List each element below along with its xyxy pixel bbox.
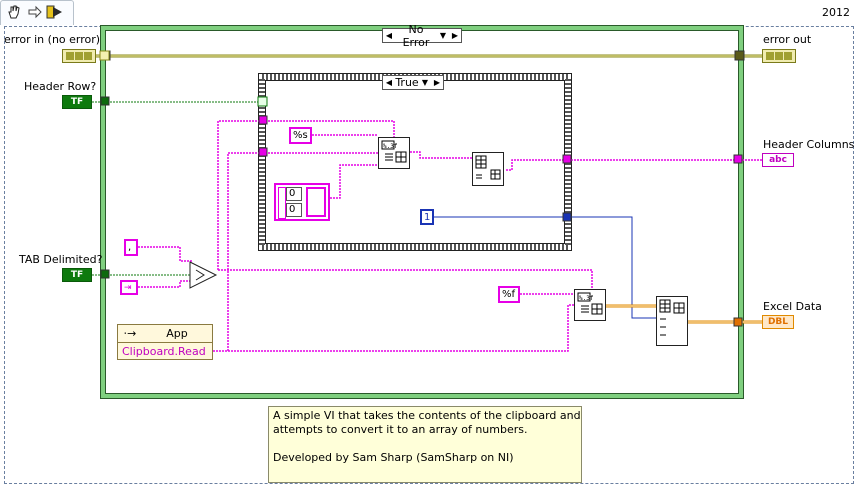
outer-case-selector[interactable]: ◀ No Error ▼ ▶ bbox=[382, 23, 462, 49]
header-columns-label: Header Columns bbox=[763, 138, 855, 151]
svg-text:%.3f: %.3f bbox=[383, 143, 398, 150]
index-array-node[interactable] bbox=[472, 152, 504, 186]
inner-case-selector[interactable]: ◀ True ▼ ▶ bbox=[382, 75, 444, 90]
spreadsheet-string-to-array-icon: %.3f bbox=[381, 140, 407, 163]
svg-text:%.3f: %.3f bbox=[579, 295, 594, 302]
property-node-ref-icon: ⋅→ bbox=[123, 327, 137, 340]
header-row-label: Header Row? bbox=[24, 80, 97, 93]
array-index-0[interactable]: 0 bbox=[286, 187, 302, 201]
comment-line-4: Developed by Sam Sharp (SamSharp on NI) bbox=[273, 451, 514, 464]
tab-delimited-label: TAB Delimited? bbox=[19, 253, 103, 266]
error-out-tunnel bbox=[734, 50, 745, 61]
format-string-f-constant[interactable]: %f bbox=[498, 286, 520, 303]
comment-line-2: attempts to convert it to an array of nu… bbox=[273, 423, 528, 436]
comment-box: A simple VI that takes the contents of t… bbox=[268, 406, 582, 483]
tab-delimited-tunnel bbox=[100, 269, 110, 279]
excel-data-tunnel bbox=[733, 317, 743, 327]
selector-left-arrow-icon[interactable]: ◀ bbox=[383, 78, 395, 87]
inner-out-tunnel bbox=[562, 154, 572, 164]
index-array-icon bbox=[475, 155, 501, 180]
inner-string-tunnel-1 bbox=[258, 115, 268, 125]
error-out-terminal[interactable] bbox=[762, 49, 796, 63]
numeric-constant-one[interactable]: 1 bbox=[420, 209, 434, 225]
selector-left-arrow-icon[interactable]: ◀ bbox=[383, 31, 395, 40]
comment-line-1: A simple VI that takes the contents of t… bbox=[273, 409, 581, 422]
numeric-wire bbox=[434, 216, 656, 319]
outer-case-selector-value: No Error bbox=[402, 22, 430, 49]
property-node-property[interactable]: Clipboard.Read bbox=[118, 343, 212, 359]
header-row-tunnel bbox=[100, 96, 110, 106]
header-row-terminal[interactable]: TF bbox=[62, 95, 92, 109]
error-out-label: error out bbox=[763, 33, 812, 46]
selector-right-arrow-icon[interactable]: ▶ bbox=[449, 31, 461, 40]
selector-right-arrow-icon[interactable]: ▶ bbox=[431, 78, 443, 87]
excel-data-label: Excel Data bbox=[763, 300, 822, 313]
bool-wire bbox=[92, 101, 262, 276]
spreadsheet-string-to-array-icon: %.3f bbox=[577, 292, 603, 315]
inner-string-tunnel-2 bbox=[258, 147, 268, 157]
format-string-s-constant[interactable]: %s bbox=[289, 127, 312, 144]
selector-dropdown-icon[interactable]: ▼ bbox=[419, 78, 431, 87]
tab-delimited-terminal[interactable]: TF bbox=[62, 268, 92, 282]
header-columns-tunnel bbox=[733, 154, 743, 164]
comma-delimiter-constant[interactable]: , bbox=[124, 239, 138, 256]
spreadsheet-string-to-array-node-2[interactable]: %.3f bbox=[574, 289, 606, 321]
select-function bbox=[189, 261, 218, 289]
array-constant[interactable]: 0 0 bbox=[274, 183, 330, 221]
tab-delimiter-constant[interactable]: ⇥ bbox=[120, 280, 138, 295]
array-index-frame bbox=[278, 187, 286, 219]
spreadsheet-string-to-array-node-1[interactable]: %.3f bbox=[378, 137, 410, 169]
header-columns-terminal[interactable]: abc bbox=[762, 153, 794, 167]
error-in-terminal[interactable] bbox=[62, 49, 96, 63]
array-element[interactable] bbox=[306, 187, 326, 217]
numeric-tunnel bbox=[562, 212, 572, 222]
error-in-label: error in (no error) bbox=[4, 33, 101, 46]
comment-line-3 bbox=[273, 437, 577, 451]
inner-case-frame bbox=[259, 74, 571, 250]
inner-case-selector-terminal bbox=[257, 96, 268, 107]
excel-data-terminal[interactable]: DBL bbox=[762, 315, 794, 329]
array-index-1[interactable]: 0 bbox=[286, 203, 302, 217]
selector-dropdown-icon[interactable]: ▼ bbox=[437, 31, 449, 40]
property-node-class: App bbox=[166, 327, 188, 340]
app-property-node[interactable]: ⋅→ App Clipboard.Read bbox=[117, 324, 213, 360]
delete-from-array-icon bbox=[659, 299, 685, 336]
delete-from-array-node[interactable] bbox=[656, 296, 688, 346]
inner-case-selector-value: True bbox=[395, 76, 419, 89]
